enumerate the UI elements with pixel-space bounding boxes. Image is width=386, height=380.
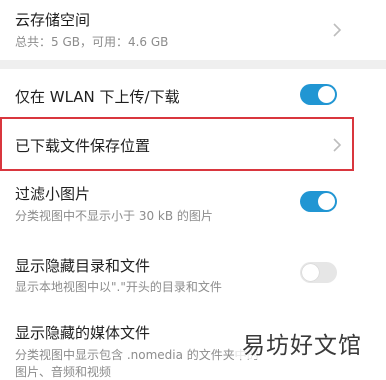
cloud-storage-subtitle: 总共：5 GB，可用：4.6 GB [15, 35, 169, 49]
section-divider [0, 60, 386, 69]
wlan-only-toggle[interactable] [300, 84, 337, 105]
highlight-box [0, 117, 354, 171]
filter-small-images-subtitle: 分类视图中不显示小于 30 kB 的图片 [15, 209, 213, 223]
show-hidden-files-toggle[interactable] [300, 262, 337, 283]
filter-small-images-row[interactable]: 过滤小图片 分类视图中不显示小于 30 kB 的图片 [0, 174, 386, 236]
toggle-knob [318, 86, 335, 103]
wlan-only-row[interactable]: 仅在 WLAN 下上传/下载 [0, 69, 386, 119]
cloud-storage-title: 云存储空间 [15, 11, 91, 29]
show-hidden-media-subtitle-line1: 分类视图中显示包含 .nomedia 的文件夹中的 [15, 348, 259, 362]
cloud-storage-row[interactable]: 云存储空间 总共：5 GB，可用：4.6 GB [0, 0, 386, 60]
wlan-only-title: 仅在 WLAN 下上传/下载 [15, 88, 180, 106]
show-hidden-media-title: 显示隐藏的媒体文件 [15, 324, 151, 342]
toggle-knob [302, 264, 319, 281]
watermark: 易坊好文馆 [236, 325, 380, 359]
show-hidden-files-row[interactable]: 显示隐藏目录和文件 显示本地视图中以"."开头的目录和文件 [0, 247, 386, 309]
filter-small-images-toggle[interactable] [300, 191, 337, 212]
watermark-text: 易坊好文馆 [242, 333, 362, 359]
toggle-knob [318, 193, 335, 210]
chevron-right-icon [330, 23, 344, 37]
show-hidden-files-title: 显示隐藏目录和文件 [15, 257, 151, 275]
show-hidden-files-subtitle: 显示本地视图中以"."开头的目录和文件 [15, 280, 222, 294]
filter-small-images-title: 过滤小图片 [15, 185, 91, 203]
